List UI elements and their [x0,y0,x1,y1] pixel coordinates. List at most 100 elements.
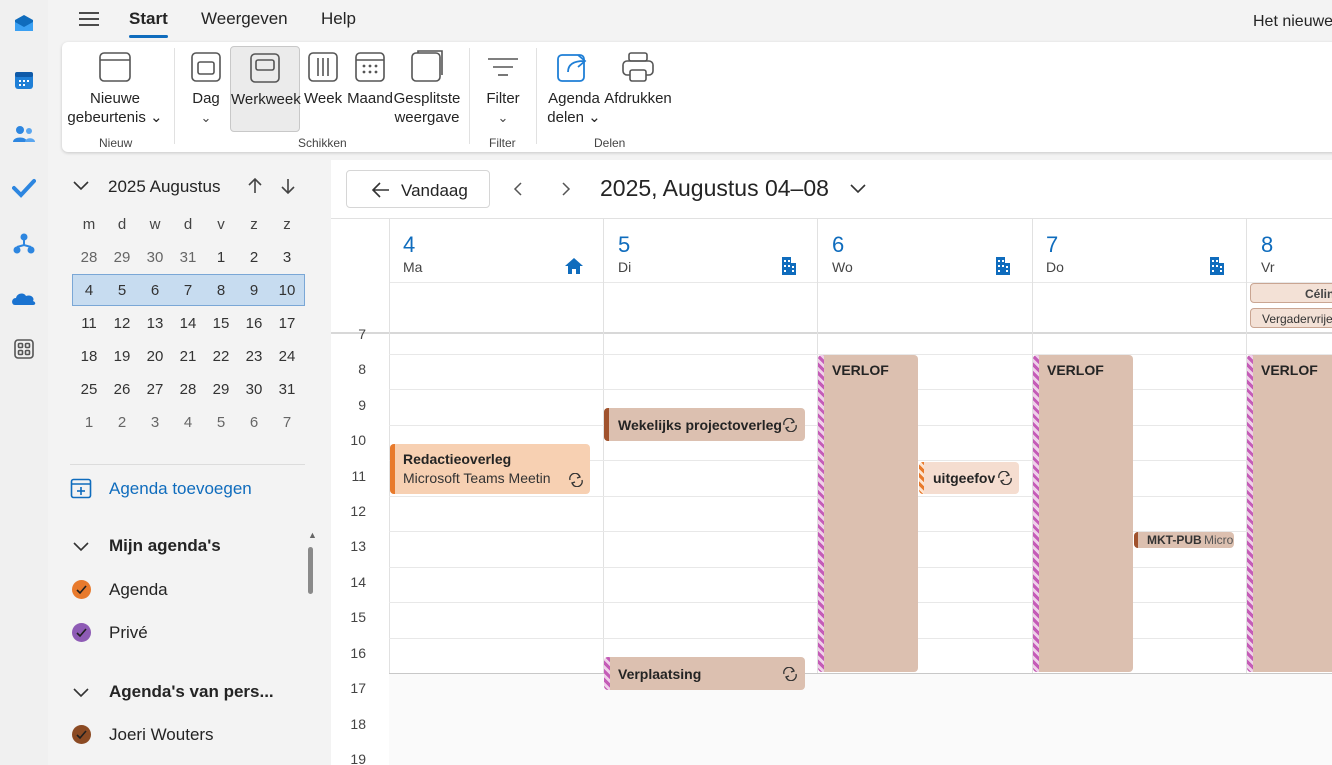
minical-day[interactable]: 13 [140,315,170,332]
org-icon[interactable] [10,230,38,258]
minical-day[interactable]: 8 [206,282,236,299]
minical-day[interactable]: 12 [107,315,137,332]
minical-day[interactable]: 5 [206,414,236,431]
minical-day[interactable]: 14 [173,315,203,332]
add-calendar-icon[interactable] [70,477,92,504]
minical-day[interactable]: 30 [239,381,269,398]
uitgeefoverleg-event[interactable]: uitgeefov [919,462,1019,494]
people-icon[interactable] [10,120,38,148]
mail-icon[interactable] [10,10,38,38]
hamburger-icon[interactable] [78,11,100,32]
minical-day[interactable]: 29 [206,381,236,398]
minical-day[interactable]: 4 [74,282,104,299]
minical-day[interactable]: 11 [74,315,104,332]
minical-day[interactable]: 31 [272,381,302,398]
day-view-button[interactable]: Dag ⌄ [188,50,224,127]
tab-start[interactable]: Start [129,9,168,38]
date-range-chevron-icon[interactable] [849,181,867,200]
minical-day[interactable]: 18 [74,348,104,365]
filter-button[interactable]: Filter ⌄ [480,50,526,127]
minical-day[interactable]: 6 [239,414,269,431]
minical-day[interactable]: 5 [107,282,137,299]
day-number[interactable]: 5 [618,232,630,258]
collapse-people-calendars-icon[interactable] [72,685,90,704]
minical-day[interactable]: 7 [173,282,203,299]
next-week-chevron-icon[interactable] [560,181,572,202]
prev-week-chevron-icon[interactable] [512,181,524,202]
share-calendar-button[interactable]: Agenda delen ⌄ [546,50,602,127]
apps-icon[interactable] [10,335,38,363]
next-month-arrow-icon[interactable] [279,177,297,200]
day-number[interactable]: 7 [1046,232,1058,258]
left-pane-scrollbar[interactable] [308,547,313,594]
day-number[interactable]: 8 [1261,232,1273,258]
minical-day[interactable]: 30 [140,249,170,266]
calendar-name-prive[interactable]: Privé [109,623,148,643]
month-view-button[interactable]: Maand [347,50,393,108]
scroll-up-arrow-icon[interactable]: ▲ [308,530,317,540]
minical-day[interactable]: 7 [272,414,302,431]
day-number[interactable]: 6 [832,232,844,258]
minical-day[interactable]: 2 [107,414,137,431]
today-button[interactable]: Vandaag [346,170,490,208]
onedrive-icon[interactable] [10,284,38,312]
allday-event[interactable]: Célin [1250,283,1332,303]
my-calendars-heading[interactable]: Mijn agenda's [109,536,221,556]
people-calendars-heading[interactable]: Agenda's van pers... [109,682,274,702]
calendar-name-agenda[interactable]: Agenda [109,580,168,600]
week-view-button[interactable]: Week [304,50,342,108]
minical-title[interactable]: 2025 Augustus [108,177,220,197]
tab-view[interactable]: Weergeven [201,9,288,29]
tab-help[interactable]: Help [321,9,356,29]
date-range-title[interactable]: 2025, Augustus 04–08 [600,175,829,202]
minical-day[interactable]: 2 [239,249,269,266]
prive-checkbox[interactable] [72,623,91,642]
minical-day[interactable]: 31 [173,249,203,266]
minical-day[interactable]: 28 [74,249,104,266]
split-view-button[interactable]: Gesplitste weergave [392,50,462,127]
minical-day[interactable]: 29 [107,249,137,266]
minical-day[interactable]: 22 [206,348,236,365]
verplaatsing-event[interactable]: Verplaatsing [604,657,805,690]
minical-day[interactable]: 3 [272,249,302,266]
redactieoverleg-event[interactable]: Redactieoverleg Microsoft Teams Meetin [390,444,590,494]
minical-day[interactable]: 19 [107,348,137,365]
minical-day[interactable]: 9 [239,282,269,299]
calendar-icon[interactable] [10,66,38,94]
minical-day[interactable]: 3 [140,414,170,431]
minical-day[interactable]: 16 [239,315,269,332]
add-calendar-link[interactable]: Agenda toevoegen [109,479,252,499]
minical-day[interactable]: 28 [173,381,203,398]
new-event-button[interactable]: Nieuwe gebeurtenis ⌄ [66,50,164,127]
calendar-name-joeri[interactable]: Joeri Wouters [109,725,214,745]
minical-day[interactable]: 26 [107,381,137,398]
todo-icon[interactable] [10,174,38,202]
minical-day[interactable]: 10 [272,282,302,299]
minical-day[interactable]: 25 [74,381,104,398]
joeri-checkbox[interactable] [72,725,91,744]
print-button[interactable]: Afdrukken [604,50,672,108]
minical-day[interactable]: 17 [272,315,302,332]
mkt-pub-event[interactable]: MKT-PUB Micro [1134,532,1234,548]
minical-day[interactable]: 24 [272,348,302,365]
wekelijks-projectoverleg-event[interactable]: Wekelijks projectoverleg [604,408,805,441]
minical-day[interactable]: 20 [140,348,170,365]
minical-day[interactable]: 1 [74,414,104,431]
collapse-month-icon[interactable] [72,178,90,197]
collapse-my-calendars-icon[interactable] [72,539,90,558]
minical-day[interactable]: 6 [140,282,170,299]
verlof-event[interactable]: VERLOF [1247,355,1332,672]
minical-day[interactable]: 21 [173,348,203,365]
allday-event[interactable]: Vergadervrije [1250,308,1332,328]
minical-day[interactable]: 23 [239,348,269,365]
verlof-event[interactable]: VERLOF [1033,355,1133,672]
minical-day[interactable]: 1 [206,249,236,266]
verlof-event[interactable]: VERLOF [818,355,918,672]
workweek-view-button[interactable]: Werkweek [230,46,301,132]
agenda-checkbox[interactable] [72,580,91,599]
minical-day[interactable]: 27 [140,381,170,398]
prev-month-arrow-icon[interactable] [246,177,264,200]
minical-day[interactable]: 4 [173,414,203,431]
day-number[interactable]: 4 [403,232,415,258]
minical-day[interactable]: 15 [206,315,236,332]
